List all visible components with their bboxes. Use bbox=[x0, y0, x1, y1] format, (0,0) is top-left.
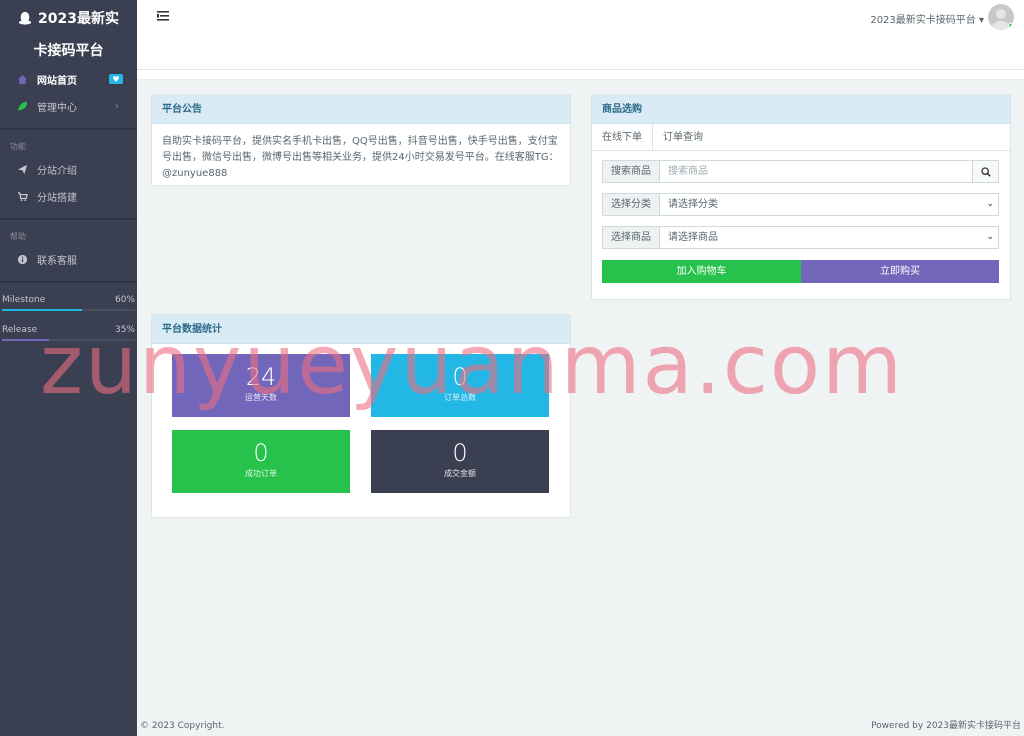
stat-label: 成交金额 bbox=[444, 469, 476, 478]
progress-milestone: Milestone 60% bbox=[0, 291, 137, 311]
online-status-dot bbox=[1008, 23, 1014, 29]
stat-value: 0 bbox=[452, 439, 468, 467]
announcement-body: 自助实卡接码平台，提供实名手机卡出售，QQ号出售，抖音号出售，快手号出售，支付宝… bbox=[162, 136, 559, 179]
buy-now-button[interactable]: 立即购买 bbox=[801, 260, 999, 283]
sidebar-item-home[interactable]: 网站首页 ♥ bbox=[0, 66, 137, 93]
sidebar-item-admin[interactable]: 管理中心 › bbox=[0, 93, 137, 120]
announcement-panel: 平台公告 自助实卡接码平台，提供实名手机卡出售，QQ号出售，抖音号出售，快手号出… bbox=[151, 94, 571, 186]
footer-powered: Powered by 2023最新实卡接码平台 bbox=[871, 721, 1021, 731]
sidebar-divider bbox=[0, 128, 137, 130]
progress-value: 35% bbox=[114, 325, 135, 335]
search-button[interactable] bbox=[972, 161, 998, 182]
cart-icon bbox=[16, 191, 28, 203]
stat-card-days: 24 运营天数 bbox=[172, 354, 350, 417]
brand-subtitle: 卡接码平台 bbox=[33, 43, 104, 59]
stats-panel: 平台数据统计 24 运营天数 0 订单总数 0 成功订单 0 成交金额 bbox=[151, 314, 571, 518]
sidebar-item-label: 管理中心 bbox=[37, 103, 77, 114]
progress-track bbox=[2, 339, 135, 341]
sidebar-item-label: 分站搭建 bbox=[37, 193, 77, 204]
search-row: 搜索商品 搜索商品 bbox=[602, 160, 999, 183]
home-icon bbox=[16, 74, 28, 86]
product-select[interactable]: 请选择商品 ⌄ bbox=[660, 227, 998, 248]
progress-fill bbox=[2, 339, 49, 341]
shop-tabs: 在线下单 订单查询 bbox=[592, 124, 1010, 151]
stat-label: 订单总数 bbox=[444, 393, 476, 402]
stats-title: 平台数据统计 bbox=[152, 315, 570, 344]
sidebar-item-contact[interactable]: 联系客服 bbox=[0, 246, 137, 273]
progress-label: Milestone bbox=[2, 295, 46, 305]
stat-value: 0 bbox=[452, 363, 468, 391]
tab-online-order[interactable]: 在线下单 bbox=[592, 124, 653, 150]
progress-release: Release 35% bbox=[0, 321, 137, 341]
chevron-down-icon: ⌄ bbox=[986, 232, 994, 242]
user-name: 2023最新实卡接码平台 bbox=[870, 15, 976, 26]
footer-copyright: © 2023 Copyright. bbox=[140, 721, 225, 731]
progress-fill bbox=[2, 309, 82, 311]
sidebar-item-label: 联系客服 bbox=[37, 256, 77, 267]
stat-label: 成功订单 bbox=[245, 469, 277, 478]
user-menu[interactable]: 2023最新实卡接码平台 ▾ bbox=[870, 11, 984, 26]
section-label-help: 帮助 bbox=[10, 232, 26, 241]
chevron-down-icon: ⌄ bbox=[986, 199, 994, 209]
sidebar-item-label: 网站首页 bbox=[37, 76, 77, 87]
sidebar-item-branch-build[interactable]: 分站搭建 bbox=[0, 183, 137, 210]
tab-order-query[interactable]: 订单查询 bbox=[653, 124, 713, 150]
stat-card-success: 0 成功订单 bbox=[172, 430, 350, 493]
sidebar: 2023最新实 卡接码平台 网站首页 ♥ 管理中心 › 功能 分站介绍 分站搭建… bbox=[0, 0, 137, 736]
brand-title: 2023最新实 bbox=[38, 11, 119, 27]
shop-title: 商品选购 bbox=[592, 95, 1010, 124]
send-icon bbox=[16, 164, 28, 176]
caret-down-icon: ▾ bbox=[978, 15, 984, 26]
avatar[interactable] bbox=[988, 4, 1014, 30]
section-label-function: 功能 bbox=[10, 142, 26, 151]
progress-value: 60% bbox=[114, 295, 135, 305]
stat-value: 24 bbox=[245, 363, 277, 391]
search-addon-label: 搜索商品 bbox=[603, 161, 660, 182]
menu-icon[interactable] bbox=[157, 11, 169, 21]
footer: © 2023 Copyright. Powered by 2023最新实卡接码平… bbox=[137, 716, 1024, 736]
progress-track bbox=[2, 309, 135, 311]
leaf-icon bbox=[16, 101, 28, 113]
product-select-value: 请选择商品 bbox=[668, 232, 718, 243]
stat-value: 0 bbox=[253, 439, 269, 467]
category-row: 选择分类 请选择分类 ⌄ bbox=[602, 193, 999, 216]
product-addon-label: 选择商品 bbox=[603, 227, 660, 248]
header-subbar bbox=[137, 70, 1024, 80]
search-icon bbox=[980, 166, 991, 177]
category-select[interactable]: 请选择分类 ⌄ bbox=[660, 194, 998, 215]
sidebar-item-branch-intro[interactable]: 分站介绍 bbox=[0, 156, 137, 183]
announcement-title: 平台公告 bbox=[152, 95, 570, 124]
sidebar-divider bbox=[0, 218, 137, 220]
progress-label: Release bbox=[2, 325, 38, 335]
category-addon-label: 选择分类 bbox=[603, 194, 660, 215]
sidebar-divider bbox=[0, 281, 137, 283]
product-row: 选择商品 请选择商品 ⌄ bbox=[602, 226, 999, 249]
tux-icon bbox=[18, 11, 32, 25]
info-icon bbox=[16, 254, 28, 266]
heart-badge: ♥ bbox=[109, 74, 123, 84]
add-to-cart-button[interactable]: 加入购物车 bbox=[602, 260, 801, 283]
sidebar-item-label: 分站介绍 bbox=[37, 166, 77, 177]
search-input[interactable]: 搜索商品 bbox=[660, 161, 972, 182]
shop-panel: 商品选购 在线下单 订单查询 搜索商品 搜索商品 选择分类 请选择分类 ⌄ 选择… bbox=[591, 94, 1011, 300]
chevron-right-icon: › bbox=[115, 101, 119, 112]
stat-card-orders: 0 订单总数 bbox=[371, 354, 549, 417]
stat-card-amount: 0 成交金额 bbox=[371, 430, 549, 493]
stat-label: 运营天数 bbox=[245, 393, 277, 402]
brand[interactable]: 2023最新实 bbox=[0, 0, 137, 36]
category-select-value: 请选择分类 bbox=[668, 199, 718, 210]
top-header: 2023最新实卡接码平台 ▾ bbox=[137, 0, 1024, 70]
